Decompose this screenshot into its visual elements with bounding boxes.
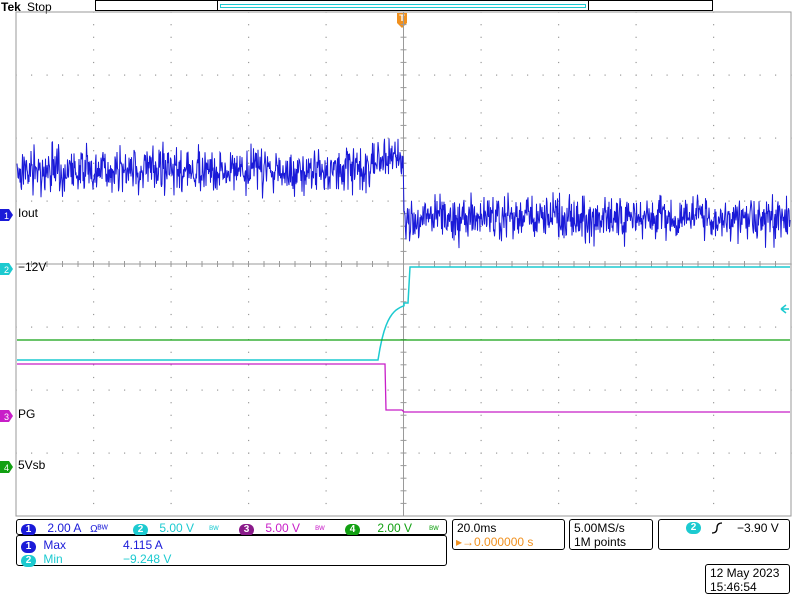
trigger-level: −3.90 V xyxy=(737,521,779,535)
svg-text:4: 4 xyxy=(4,463,9,473)
datetime-panel: 12 May 2023 15:46:54 xyxy=(705,564,790,594)
meas2-name: Min xyxy=(43,552,63,566)
date-text: 12 May 2023 xyxy=(710,566,780,580)
ch4-scale: 2.00 V xyxy=(377,521,413,535)
record-length: 1M points xyxy=(574,535,627,549)
meas1-value: 4.115 A xyxy=(123,538,163,552)
measurement-row: 2 Min xyxy=(21,552,63,567)
ch2-label: −12V xyxy=(18,260,47,274)
time-text: 15:46:54 xyxy=(710,580,757,594)
horizontal-scale: 20.0ms xyxy=(457,521,497,535)
ch3-coupling-icon: ᴮᵂ xyxy=(315,524,325,534)
ch2-scale: 5.00 V xyxy=(159,521,195,535)
ch1-label: Iout xyxy=(18,206,39,220)
svg-text:3: 3 xyxy=(4,412,9,422)
measurements-panel[interactable]: 1 Max 4.115 A 2 Min −9.248 V xyxy=(16,535,447,567)
channel-scale-bar[interactable]: 1 2.00 A Ωᴮᵂ 2 5.00 V ᴮᵂ 3 5.00 V ᴮᵂ 4 2… xyxy=(16,519,447,536)
trigger-level-arrow-icon xyxy=(780,301,790,314)
sample-rate: 5.00MS/s xyxy=(574,521,625,535)
timebase-panel[interactable]: 20.0ms ▸→0.000000 s xyxy=(452,519,565,550)
ch1-ground-marker[interactable]: 1 xyxy=(0,208,14,221)
scope-display xyxy=(15,11,792,517)
ch3-label: PG xyxy=(18,407,36,421)
trigger-position: ▸→0.000000 s xyxy=(456,535,534,549)
ch3-ground-marker[interactable]: 3 xyxy=(0,409,14,422)
svg-text:2: 2 xyxy=(4,265,9,275)
graticule xyxy=(15,11,792,517)
meas1-name: Max xyxy=(43,538,67,552)
ch2-ground-marker[interactable]: 2 xyxy=(0,262,14,275)
acquisition-panel[interactable]: 5.00MS/s 1M points xyxy=(569,519,653,550)
trigger-source-badge: 2 xyxy=(686,522,701,534)
meas2-channel-badge: 2 xyxy=(21,555,36,567)
rising-edge-icon xyxy=(711,521,723,540)
svg-text:1: 1 xyxy=(4,211,9,221)
ch1-scale: 2.00 A xyxy=(47,521,81,535)
ch4-coupling-icon: ᴮᵂ xyxy=(429,524,439,534)
ch4-label: 5Vsb xyxy=(18,458,46,472)
ch1-coupling-icon: Ωᴮᵂ xyxy=(90,524,108,535)
ch3-scale: 5.00 V xyxy=(265,521,301,535)
ch4-ground-marker[interactable]: 4 xyxy=(0,460,14,473)
meas2-value: −9.248 V xyxy=(123,552,172,566)
ch2-coupling-icon: ᴮᵂ xyxy=(209,524,219,534)
trigger-panel[interactable]: 2 −3.90 V xyxy=(658,519,790,550)
measurement-row: 1 Max xyxy=(21,538,66,553)
